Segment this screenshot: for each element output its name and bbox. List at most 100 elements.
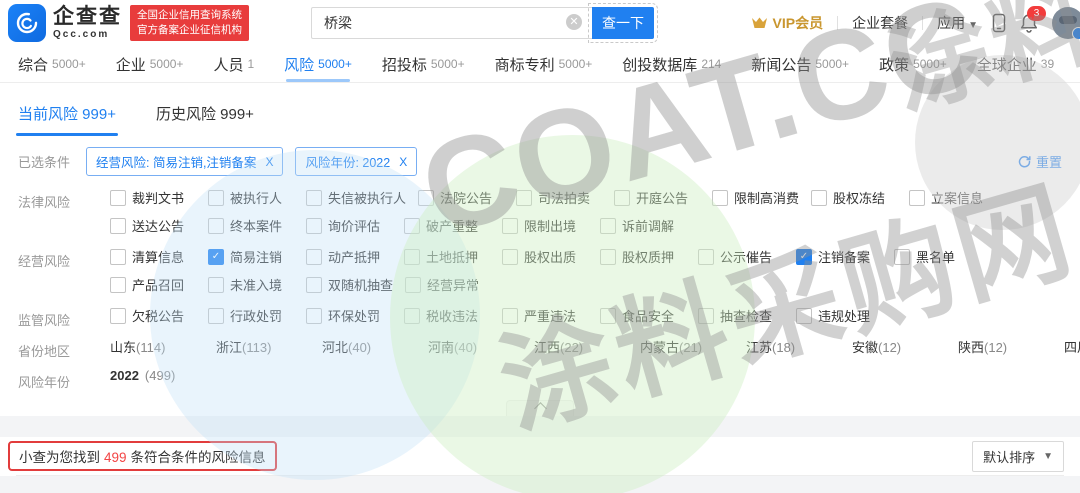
reset-filters-button[interactable]: 重置 xyxy=(1018,152,1062,171)
filter-option-股权质押[interactable]: 股权质押 xyxy=(600,247,686,266)
province-count: (113) xyxy=(242,340,272,355)
filter-option-食品安全[interactable]: 食品安全 xyxy=(600,306,686,325)
checkbox-icon xyxy=(516,189,533,206)
search-button[interactable]: 查一下 xyxy=(588,3,658,43)
filter-option-简易注销[interactable]: ✓ 简易注销 xyxy=(208,247,294,266)
filter-option-欠税公告[interactable]: 欠税公告 xyxy=(110,306,196,325)
province-option-河北[interactable]: 河北(40) xyxy=(322,337,418,356)
filter-line: 清算信息 ✓ 简易注销 动产抵押 土地抵押 股权出质 股权质押 公示催告 ✓ 注销备案 黑名单 xyxy=(110,247,1062,266)
qcc-logo[interactable]: 企查查 Qcc.com xyxy=(8,4,122,42)
filter-option-违规处理[interactable]: 违规处理 xyxy=(796,306,882,325)
filter-option-股权出质[interactable]: 股权出质 xyxy=(502,247,588,266)
remove-tag-icon[interactable]: X xyxy=(399,155,407,169)
filter-option-双随机抽查[interactable]: 双随机抽查 xyxy=(306,275,393,294)
filter-option-清算信息[interactable]: 清算信息 xyxy=(110,247,196,266)
apps-dropdown[interactable]: 应用 ▼ xyxy=(937,13,978,33)
province-name: 江苏(18) xyxy=(746,340,796,355)
filter-option-法院公告[interactable]: 法院公告 xyxy=(418,188,504,207)
province-option-安徽[interactable]: 安徽(12) xyxy=(852,337,948,356)
filter-option-公示催告[interactable]: 公示催告 xyxy=(698,247,784,266)
year-option-2022[interactable]: 2022 (499) xyxy=(110,368,196,383)
filter-option-label: 注销备案 xyxy=(818,250,871,265)
filter-option-裁判文书[interactable]: 裁判文书 xyxy=(110,188,196,207)
province-row-label: 省份地区 xyxy=(18,344,71,359)
nav-tab-综合[interactable]: 综合 5000+ xyxy=(18,46,86,82)
checkbox-checked-icon: ✓ xyxy=(796,248,812,265)
year-filter-row: 风险年份 2022 (499) xyxy=(0,365,1080,392)
clear-search-icon[interactable]: ✕ xyxy=(566,14,582,30)
filter-option-经营异常[interactable]: 经营异常 xyxy=(405,275,491,294)
filter-option-被执行人[interactable]: 被执行人 xyxy=(208,188,294,207)
filter-row-label: 监管风险 xyxy=(18,313,71,328)
collapse-panel-button[interactable] xyxy=(506,400,574,416)
filter-option-严重违法[interactable]: 严重违法 xyxy=(502,306,588,325)
sort-dropdown[interactable]: 默认排序 ▼ xyxy=(972,440,1064,472)
filter-option-终本案件[interactable]: 终本案件 xyxy=(208,216,294,235)
nav-tab-人员[interactable]: 人员 1 xyxy=(213,46,254,82)
user-avatar[interactable] xyxy=(1052,7,1080,40)
filter-option-label: 司法拍卖 xyxy=(538,191,591,206)
filter-option-label: 严重违法 xyxy=(524,309,577,324)
province-option-内蒙古[interactable]: 内蒙古(21) xyxy=(640,337,736,356)
province-option-江西[interactable]: 江西(22) xyxy=(534,337,630,356)
risk-tab[interactable]: 历史风险 999+ xyxy=(156,103,254,136)
province-option-河南[interactable]: 河南(40) xyxy=(428,337,524,356)
filter-option-立案信息[interactable]: 立案信息 xyxy=(909,188,995,207)
nav-tab-创投数据库[interactable]: 创投数据库 214 xyxy=(622,46,721,82)
nav-tab-招投标[interactable]: 招投标 5000+ xyxy=(382,46,465,82)
filter-option-股权冻结[interactable]: 股权冻结 xyxy=(811,188,897,207)
province-option-陕西[interactable]: 陕西(12) xyxy=(958,337,1054,356)
vip-membership-link[interactable]: VIP会员 xyxy=(751,13,823,33)
nav-tab-count: 5000+ xyxy=(149,57,184,71)
nav-tab-企业[interactable]: 企业 5000+ xyxy=(116,46,184,82)
filter-option-诉前调解[interactable]: 诉前调解 xyxy=(600,216,686,235)
filter-option-询价评估[interactable]: 询价评估 xyxy=(306,216,392,235)
filter-option-注销备案[interactable]: ✓ 注销备案 xyxy=(796,247,882,266)
nav-tab-政策[interactable]: 政策 5000+ xyxy=(879,46,947,82)
province-name: 浙江(113) xyxy=(216,340,272,355)
nav-tab-label: 全球企业 xyxy=(976,56,1037,74)
filter-option-税收违法[interactable]: 税收违法 xyxy=(404,306,490,325)
filter-option-破产重整[interactable]: 破产重整 xyxy=(404,216,490,235)
province-option-四川[interactable]: 四川(12) xyxy=(1064,337,1080,356)
nav-tab-新闻公告[interactable]: 新闻公告 5000+ xyxy=(751,46,849,82)
filter-option-黑名单[interactable]: 黑名单 xyxy=(894,247,980,266)
search-input[interactable] xyxy=(311,7,592,39)
mobile-app-icon[interactable] xyxy=(992,13,1006,33)
filter-option-动产抵押[interactable]: 动产抵押 xyxy=(306,247,392,266)
filter-option-行政处罚[interactable]: 行政处罚 xyxy=(208,306,294,325)
province-option-江苏[interactable]: 江苏(18) xyxy=(746,337,842,356)
risk-tab[interactable]: 当前风险 999+ xyxy=(16,103,118,136)
selected-conditions-row: 已选条件 经营风险: 简易注销,注销备案 X 风险年份: 2022 X 重置 xyxy=(0,136,1080,185)
province-option-浙江[interactable]: 浙江(113) xyxy=(216,337,312,356)
filter-option-送达公告[interactable]: 送达公告 xyxy=(110,216,196,235)
filter-option-土地抵押[interactable]: 土地抵押 xyxy=(404,247,490,266)
filter-row-法律风险: 法律风险 裁判文书 被执行人 失信被执行人 法院公告 司法拍卖 开庭公告 限制高消费 股权冻结 立… xyxy=(0,185,1080,244)
filter-option-未准入境[interactable]: 未准入境 xyxy=(208,275,294,294)
filter-row-经营风险: 经营风险 清算信息 ✓ 简易注销 动产抵押 土地抵押 股权出质 股权质押 公示催告 ✓ 注销备案 黑名… xyxy=(0,244,1080,303)
filter-option-环保处罚[interactable]: 环保处罚 xyxy=(306,306,392,325)
province-name: 安徽(12) xyxy=(852,340,902,355)
remove-tag-icon[interactable]: X xyxy=(265,155,273,169)
nav-tab-商标专利[interactable]: 商标专利 5000+ xyxy=(495,46,593,82)
filter-option-开庭公告[interactable]: 开庭公告 xyxy=(614,188,700,207)
notifications-button[interactable]: 3 xyxy=(1020,6,1046,33)
filter-option-限制高消费[interactable]: 限制高消费 xyxy=(712,188,799,207)
province-option-山东[interactable]: 山东(114) xyxy=(110,337,206,356)
filter-option-label: 抽查检查 xyxy=(720,309,773,324)
filter-option-司法拍卖[interactable]: 司法拍卖 xyxy=(516,188,602,207)
risk-tabs: 当前风险 999+ 历史风险 999+ xyxy=(0,90,1080,136)
checkbox-icon xyxy=(110,307,126,324)
filter-option-失信被执行人[interactable]: 失信被执行人 xyxy=(306,188,406,207)
nav-tab-全球企业[interactable]: 全球企业 39 xyxy=(977,46,1054,82)
nav-tab-label: 综合 xyxy=(18,56,49,74)
filter-option-限制出境[interactable]: 限制出境 xyxy=(502,216,588,235)
checkbox-icon xyxy=(208,307,224,324)
filter-option-label: 产品召回 xyxy=(132,278,185,293)
filter-option-产品召回[interactable]: 产品召回 xyxy=(110,275,196,294)
filter-option-抽查检查[interactable]: 抽查检查 xyxy=(698,306,784,325)
top-header: 企查查 Qcc.com 全国企业信用查询系统 官方备案企业征信机构 ✕ 查一下 … xyxy=(0,0,1080,46)
enterprise-package-link[interactable]: 企业套餐 xyxy=(852,13,908,33)
nav-tab-label: 创投数据库 xyxy=(622,56,698,74)
nav-tab-风险[interactable]: 风险 5000+ xyxy=(284,46,352,82)
